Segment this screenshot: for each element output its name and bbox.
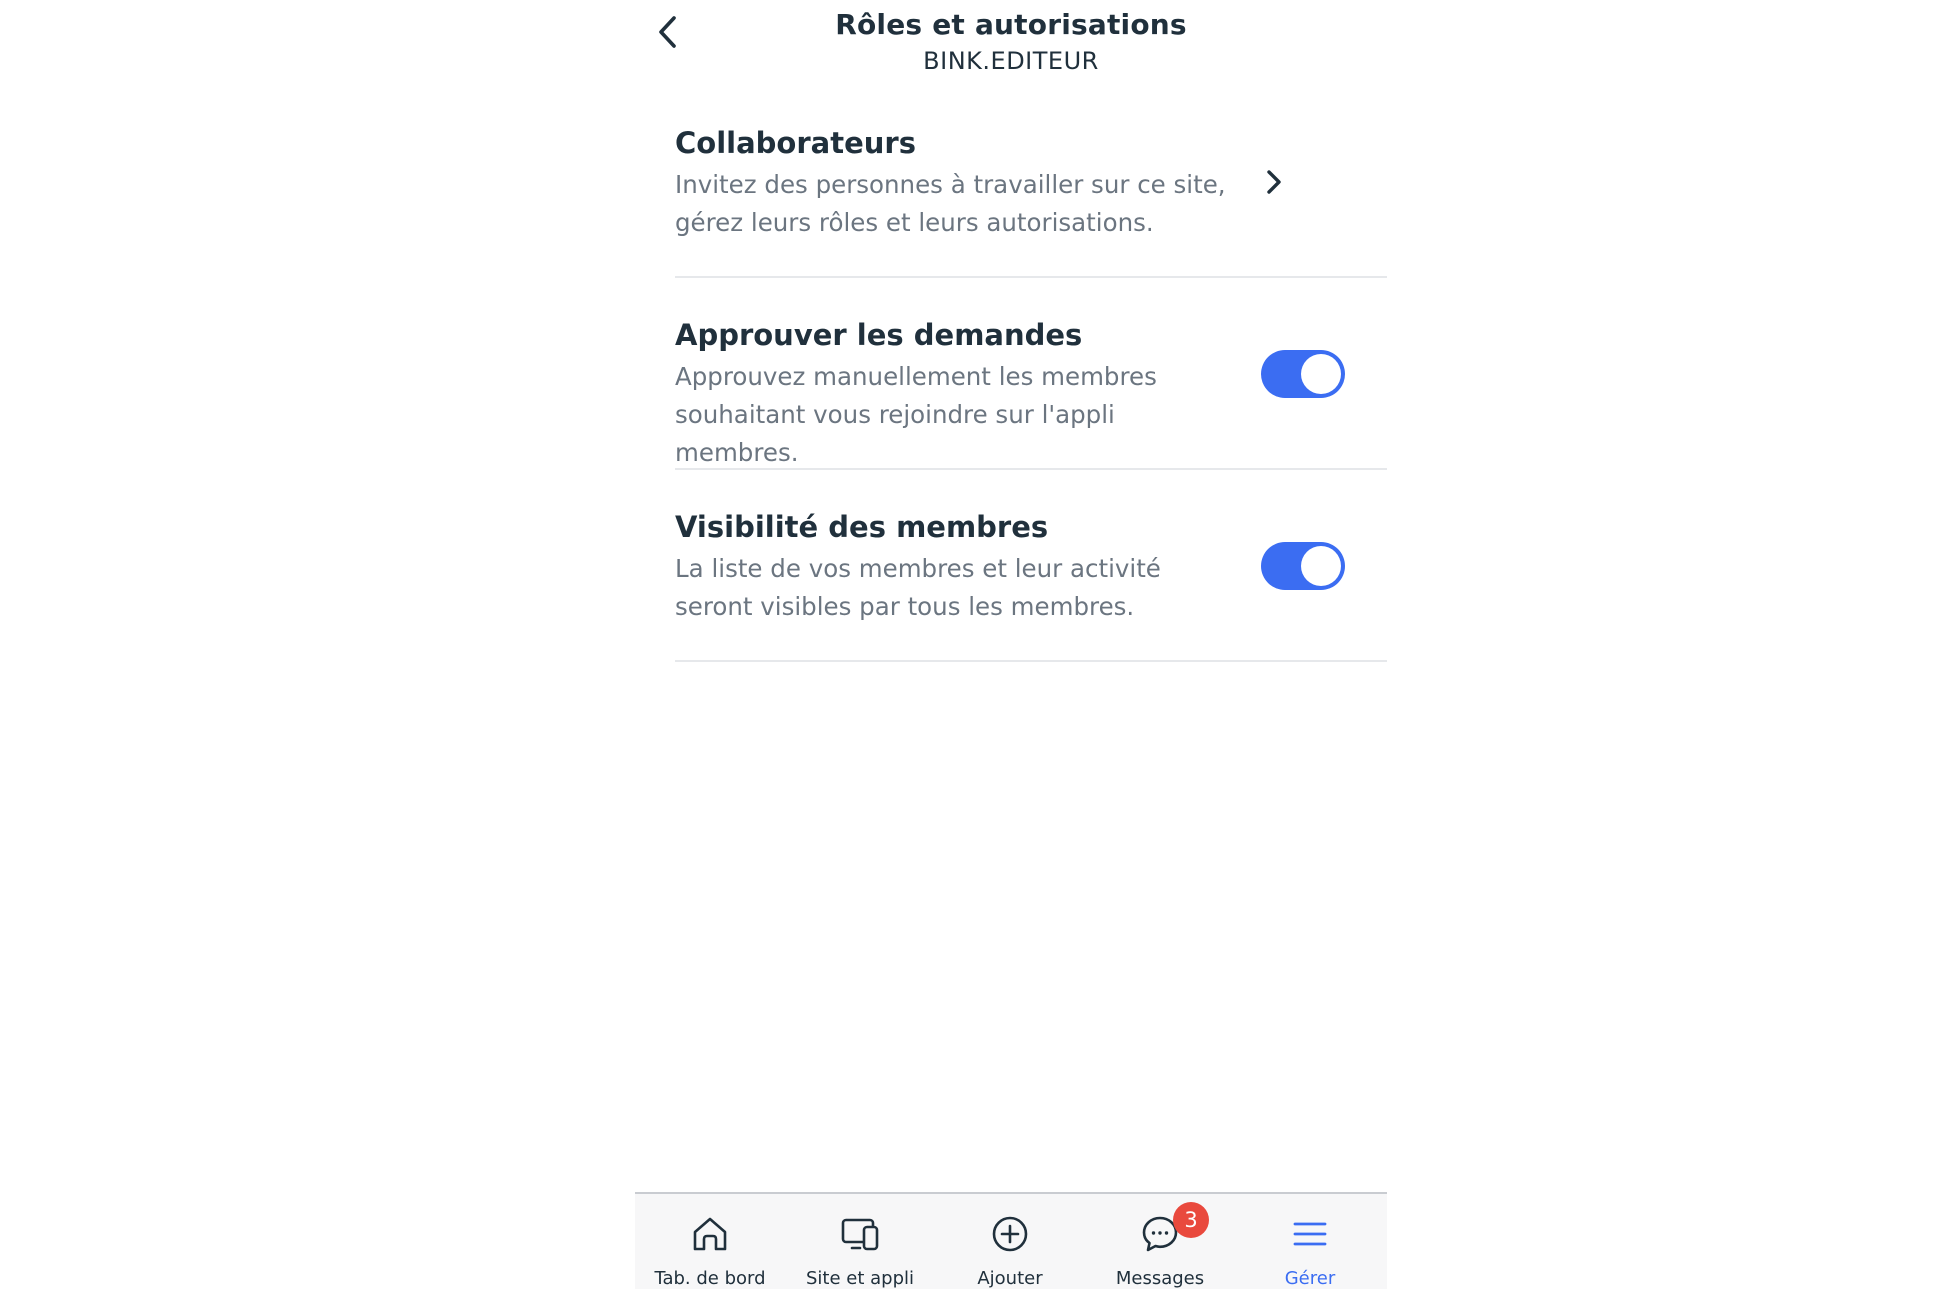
row-title: Collaborateurs: [675, 126, 916, 160]
tab-label: Gérer: [1284, 1268, 1336, 1289]
bottom-tab-bar: Tab. de bord Site et appli Ajouter 3 Mes…: [635, 1192, 1387, 1289]
page-subtitle: BINK.EDITEUR: [923, 47, 1099, 75]
tab-manage[interactable]: Gérer: [1235, 1194, 1385, 1289]
app-screen: Rôles et autorisations BINK.EDITEUR Coll…: [635, 0, 1387, 1289]
row-description: Approuvez manuellement les membres souha…: [675, 362, 1157, 467]
toggle-knob: [1301, 354, 1341, 394]
settings-row-visibilite-membres: Visibilité des membres La liste de vos m…: [675, 470, 1387, 662]
approve-requests-toggle[interactable]: [1261, 350, 1345, 398]
menu-icon: [1288, 1212, 1332, 1256]
settings-row-collaborateurs[interactable]: Collaborateurs Invitez des personnes à t…: [675, 100, 1387, 278]
plus-circle-icon: [988, 1212, 1032, 1256]
tab-add[interactable]: Ajouter: [935, 1194, 1085, 1289]
row-description: La liste de vos membres et leur activité…: [675, 554, 1161, 621]
tab-label: Ajouter: [977, 1268, 1043, 1289]
tab-label: Site et appli: [805, 1268, 915, 1289]
tab-dashboard[interactable]: Tab. de bord: [635, 1194, 785, 1289]
devices-icon: [838, 1212, 882, 1256]
tab-label: Messages: [1115, 1268, 1205, 1289]
page-header: Rôles et autorisations BINK.EDITEUR: [635, 0, 1387, 100]
row-description: Invitez des personnes à travailler sur c…: [675, 170, 1226, 237]
row-title: Approuver les demandes: [675, 318, 1083, 352]
page-title: Rôles et autorisations: [835, 8, 1187, 41]
member-visibility-toggle[interactable]: [1261, 542, 1345, 590]
row-title: Visibilité des membres: [675, 510, 1049, 544]
chevron-right-icon[interactable]: [1259, 162, 1289, 202]
tab-messages[interactable]: 3 Messages: [1085, 1194, 1235, 1289]
settings-row-approuver-demandes: Approuver les demandes Approuvez manuell…: [675, 278, 1387, 470]
home-icon: [688, 1212, 732, 1256]
unread-badge: 3: [1173, 1202, 1209, 1238]
tab-label: Tab. de bord: [654, 1268, 766, 1289]
tab-site-app[interactable]: Site et appli: [785, 1194, 935, 1289]
toggle-knob: [1301, 546, 1341, 586]
